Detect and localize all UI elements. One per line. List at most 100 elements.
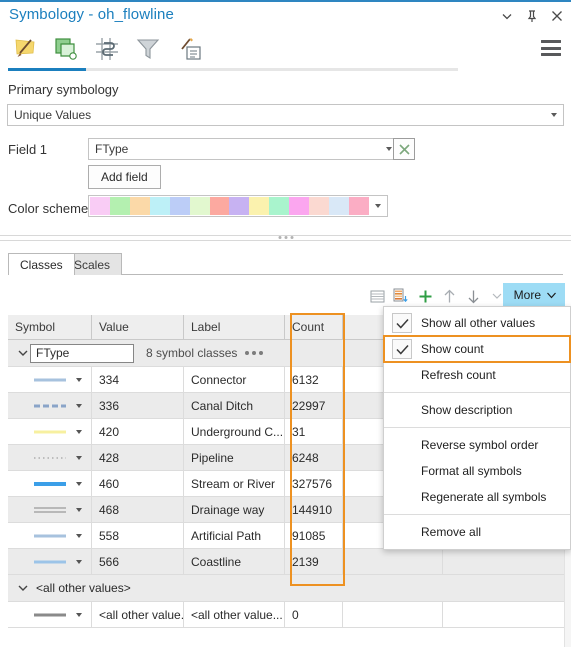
symbol-cell[interactable] (8, 549, 92, 574)
masking-icon[interactable] (90, 32, 124, 66)
symbol-cell[interactable] (8, 523, 92, 548)
symbol-cell[interactable] (8, 393, 92, 418)
more-button[interactable]: More (502, 283, 565, 307)
label-cell[interactable]: Coastline (184, 549, 285, 574)
column-header-value[interactable]: Value (92, 315, 184, 339)
symbol-cell[interactable] (8, 497, 92, 522)
color-swatch-8 (249, 197, 270, 215)
color-scheme-label: Color scheme (8, 201, 89, 216)
chevron-down-icon[interactable] (76, 559, 82, 564)
line-symbol-icon (22, 427, 78, 437)
field1-combo[interactable]: FType (88, 138, 399, 160)
chevron-down-icon[interactable] (369, 196, 387, 216)
label-cell[interactable]: Artificial Path (184, 523, 285, 548)
value-cell[interactable]: 420 (92, 419, 184, 444)
pane-splitter[interactable] (0, 235, 571, 245)
value-cell[interactable]: 428 (92, 445, 184, 470)
symbol-cell[interactable] (8, 445, 92, 470)
menu-item-regenerate-all-symbols[interactable]: Regenerate all symbols (384, 484, 570, 510)
chevron-down-icon[interactable] (499, 8, 515, 24)
chevron-down-icon[interactable] (76, 377, 82, 382)
menu-separator (384, 427, 570, 428)
color-scheme-combo[interactable] (88, 195, 388, 217)
chevron-down-icon[interactable] (76, 612, 82, 617)
color-swatch-4 (169, 197, 190, 215)
move-down-icon[interactable] (461, 284, 485, 308)
pane-options-hamburger-icon[interactable] (541, 40, 561, 56)
symbology-type-combo[interactable]: Unique Values (7, 104, 564, 126)
spacer-cell (343, 549, 443, 574)
table-row[interactable]: <all other value... <all other value... … (8, 602, 564, 628)
chevron-down-icon[interactable] (16, 349, 30, 357)
label-cell[interactable]: Canal Ditch (184, 393, 285, 418)
table-row[interactable]: 566 Coastline 2139 (8, 549, 564, 575)
primary-symbology-heading: Primary symbology (8, 82, 119, 97)
value-cell[interactable]: 334 (92, 367, 184, 392)
menu-item-refresh-count[interactable]: Refresh count (384, 362, 570, 388)
menu-item-show-all-other-values[interactable]: Show all other values (384, 310, 570, 336)
label-cell[interactable]: Drainage way (184, 497, 285, 522)
list-view-icon[interactable] (365, 284, 389, 308)
line-symbol-icon (22, 479, 78, 489)
active-tab-underline (8, 68, 458, 71)
value-cell[interactable]: 468 (92, 497, 184, 522)
check-icon (392, 313, 412, 333)
spacer-cell-end (443, 549, 564, 574)
chevron-down-icon[interactable] (76, 481, 82, 486)
line-symbol-icon (22, 531, 78, 541)
symbol-cell[interactable] (8, 602, 92, 627)
symbol-cell[interactable] (8, 367, 92, 392)
move-up-icon[interactable] (437, 284, 461, 308)
classes-scales-tabstrip: Classes Scales (0, 253, 571, 275)
symbology-tab-icon[interactable] (8, 32, 42, 66)
value-cell[interactable]: 336 (92, 393, 184, 418)
display-filters-icon[interactable] (131, 32, 165, 66)
line-symbol-icon (22, 401, 78, 411)
column-header-count[interactable]: Count (285, 315, 343, 339)
color-swatch-13 (348, 197, 369, 215)
label-cell[interactable]: Pipeline (184, 445, 285, 470)
group-options-icon[interactable] (245, 351, 264, 355)
value-cell[interactable]: <all other value... (92, 602, 184, 627)
set-expression-button[interactable] (393, 138, 415, 160)
symbol-cell[interactable] (8, 419, 92, 444)
value-cell[interactable]: 566 (92, 549, 184, 574)
value-cell[interactable]: 460 (92, 471, 184, 496)
chevron-down-icon[interactable] (76, 507, 82, 512)
import-symbology-icon[interactable] (389, 284, 413, 308)
pin-icon[interactable] (524, 8, 540, 24)
tab-classes[interactable]: Classes (8, 253, 75, 275)
count-cell: 22997 (285, 393, 343, 418)
chevron-down-icon[interactable] (76, 455, 82, 460)
chevron-down-icon[interactable] (76, 429, 82, 434)
value-cell[interactable]: 558 (92, 523, 184, 548)
menu-item-show-description[interactable]: Show description (384, 397, 570, 423)
menu-item-show-count[interactable]: Show count (383, 335, 571, 363)
spacer-cell-end (443, 602, 564, 627)
menu-item-format-all-symbols[interactable]: Format all symbols (384, 458, 570, 484)
menu-item-reverse-symbol-order[interactable]: Reverse symbol order (384, 432, 570, 458)
label-cell[interactable]: <all other value... (184, 602, 285, 627)
symbol-cell[interactable] (8, 471, 92, 496)
label-cell[interactable]: Stream or River (184, 471, 285, 496)
chevron-down-icon[interactable] (545, 105, 563, 125)
column-header-label[interactable]: Label (184, 315, 285, 339)
vary-symbology-icon[interactable] (49, 32, 83, 66)
label-cell[interactable]: Connector (184, 367, 285, 392)
add-field-button[interactable]: Add field (88, 165, 161, 189)
count-cell: 6132 (285, 367, 343, 392)
column-header-symbol[interactable]: Symbol (8, 315, 92, 339)
splitter-grip[interactable] (278, 236, 293, 239)
line-symbol-icon (22, 557, 78, 567)
symbol-layer-drawing-icon[interactable] (172, 32, 206, 66)
chevron-down-icon[interactable] (76, 533, 82, 538)
add-value-icon[interactable] (413, 284, 437, 308)
label-cell[interactable]: Underground C... (184, 419, 285, 444)
menu-item-remove-all[interactable]: Remove all (384, 519, 570, 545)
menu-item-label: Refresh count (421, 368, 496, 382)
group-field-name-input[interactable]: FType (30, 343, 134, 363)
chevron-down-icon[interactable] (16, 584, 30, 592)
chevron-down-icon[interactable] (76, 403, 82, 408)
all-other-values-title: <all other values> (36, 581, 131, 595)
close-icon[interactable] (549, 8, 565, 24)
